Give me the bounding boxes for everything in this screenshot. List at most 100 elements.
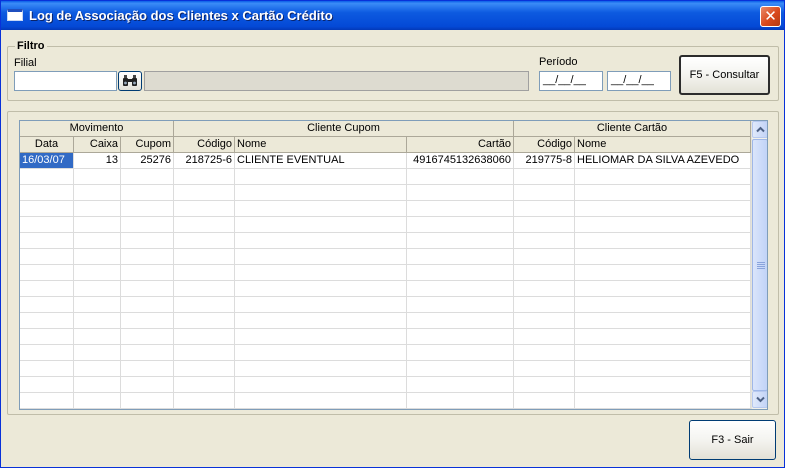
window-icon bbox=[7, 9, 23, 21]
empty-cell bbox=[407, 217, 514, 233]
empty-cell bbox=[407, 377, 514, 393]
empty-cell bbox=[174, 313, 235, 329]
column-header-data[interactable]: Data bbox=[20, 137, 74, 153]
empty-cell bbox=[575, 329, 751, 345]
filial-search-button[interactable] bbox=[118, 71, 142, 91]
empty-cell bbox=[74, 265, 121, 281]
empty-cell bbox=[235, 265, 407, 281]
empty-cell bbox=[514, 265, 575, 281]
cell-nome-cupom[interactable]: CLIENTE EVENTUAL bbox=[235, 153, 407, 169]
empty-table-row bbox=[20, 393, 751, 409]
empty-cell bbox=[121, 313, 174, 329]
empty-cell bbox=[174, 169, 235, 185]
empty-cell bbox=[121, 185, 174, 201]
scroll-up-button[interactable] bbox=[752, 121, 767, 138]
empty-cell bbox=[20, 393, 74, 409]
empty-cell bbox=[407, 329, 514, 345]
empty-cell bbox=[514, 281, 575, 297]
empty-cell bbox=[121, 345, 174, 361]
empty-table-row bbox=[20, 345, 751, 361]
empty-cell bbox=[575, 345, 751, 361]
cell-caixa[interactable]: 13 bbox=[74, 153, 121, 169]
empty-cell bbox=[174, 217, 235, 233]
empty-cell bbox=[514, 393, 575, 409]
window-title: Log de Associação dos Clientes x Cartão … bbox=[29, 8, 333, 23]
empty-cell bbox=[20, 313, 74, 329]
filial-input[interactable] bbox=[14, 71, 117, 91]
results-grid[interactable]: Movimento Cliente Cupom Cliente Cartão D… bbox=[19, 120, 768, 410]
empty-table-row bbox=[20, 249, 751, 265]
empty-cell bbox=[121, 329, 174, 345]
close-button[interactable]: ✕ bbox=[760, 6, 781, 27]
empty-cell bbox=[20, 217, 74, 233]
binoculars-icon bbox=[123, 75, 137, 86]
empty-cell bbox=[575, 297, 751, 313]
empty-table-row bbox=[20, 233, 751, 249]
vertical-scrollbar[interactable] bbox=[751, 121, 767, 409]
empty-cell bbox=[575, 393, 751, 409]
cell-codigo-cupom[interactable]: 218725-6 bbox=[174, 153, 235, 169]
empty-cell bbox=[575, 217, 751, 233]
empty-cell bbox=[575, 233, 751, 249]
empty-cell bbox=[74, 169, 121, 185]
group-header-movimento: Movimento bbox=[20, 121, 174, 137]
empty-cell bbox=[407, 297, 514, 313]
empty-cell bbox=[235, 169, 407, 185]
consult-button[interactable]: F5 - Consultar bbox=[679, 55, 770, 95]
table-row[interactable]: 16/03/07 13 25276 218725-6 CLIENTE EVENT… bbox=[20, 153, 751, 169]
empty-cell bbox=[575, 249, 751, 265]
column-header-nome-cupom[interactable]: Nome bbox=[235, 137, 407, 153]
grid-body: Movimento Cliente Cupom Cliente Cartão D… bbox=[20, 121, 751, 409]
column-header-nome-cartao[interactable]: Nome bbox=[575, 137, 751, 153]
main-window: Log de Associação dos Clientes x Cartão … bbox=[0, 0, 785, 468]
empty-cell bbox=[235, 217, 407, 233]
column-header-codigo-cupom[interactable]: Código bbox=[174, 137, 235, 153]
empty-cell bbox=[235, 393, 407, 409]
empty-cell bbox=[20, 201, 74, 217]
empty-cell bbox=[235, 313, 407, 329]
empty-cell bbox=[174, 249, 235, 265]
empty-cell bbox=[575, 185, 751, 201]
empty-cell bbox=[235, 281, 407, 297]
empty-cell bbox=[121, 377, 174, 393]
empty-cell bbox=[74, 345, 121, 361]
empty-table-row bbox=[20, 329, 751, 345]
column-header-cupom[interactable]: Cupom bbox=[121, 137, 174, 153]
empty-cell bbox=[74, 249, 121, 265]
empty-cell bbox=[20, 233, 74, 249]
empty-cell bbox=[20, 345, 74, 361]
empty-cell bbox=[74, 185, 121, 201]
empty-cell bbox=[514, 201, 575, 217]
empty-cell bbox=[514, 345, 575, 361]
exit-button[interactable]: F3 - Sair bbox=[689, 420, 776, 460]
column-header-cartao[interactable]: Cartão bbox=[407, 137, 514, 153]
date-from-input[interactable]: __/__/__ bbox=[539, 71, 603, 91]
empty-cell bbox=[407, 185, 514, 201]
cell-cartao[interactable]: 4916745132638060 bbox=[407, 153, 514, 169]
chevron-down-icon bbox=[756, 396, 765, 403]
empty-cell bbox=[121, 217, 174, 233]
cell-codigo-cartao[interactable]: 219775-8 bbox=[514, 153, 575, 169]
filial-description-field bbox=[144, 71, 529, 91]
empty-cell bbox=[235, 329, 407, 345]
column-header-codigo-cartao[interactable]: Código bbox=[514, 137, 575, 153]
scroll-thumb[interactable] bbox=[752, 139, 767, 391]
empty-cell bbox=[575, 313, 751, 329]
column-header-caixa[interactable]: Caixa bbox=[74, 137, 121, 153]
cell-data[interactable]: 16/03/07 bbox=[20, 153, 74, 169]
empty-cell bbox=[20, 361, 74, 377]
empty-cell bbox=[235, 361, 407, 377]
empty-cell bbox=[407, 169, 514, 185]
empty-cell bbox=[575, 265, 751, 281]
empty-cell bbox=[407, 313, 514, 329]
empty-cell bbox=[235, 201, 407, 217]
cell-cupom[interactable]: 25276 bbox=[121, 153, 174, 169]
empty-cell bbox=[74, 217, 121, 233]
empty-cell bbox=[121, 265, 174, 281]
empty-cell bbox=[174, 361, 235, 377]
empty-cell bbox=[514, 313, 575, 329]
cell-nome-cartao[interactable]: HELIOMAR DA SILVA AZEVEDO bbox=[575, 153, 751, 169]
date-to-input[interactable]: __/__/__ bbox=[607, 71, 671, 91]
empty-cell bbox=[235, 233, 407, 249]
scroll-down-button[interactable] bbox=[752, 391, 767, 408]
